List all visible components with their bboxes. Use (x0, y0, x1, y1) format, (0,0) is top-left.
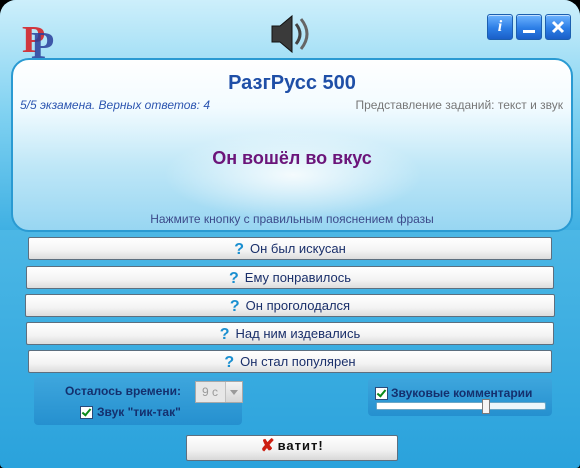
quit-button[interactable]: ✘ ватит! (186, 435, 398, 461)
presentation-mode: Представление заданий: текст и звук (355, 98, 563, 112)
volume-slider[interactable] (376, 399, 546, 414)
time-select[interactable]: 9 с (195, 381, 243, 403)
answer-label: Над ним издевались (235, 326, 361, 341)
volume-fill (377, 403, 485, 409)
sound-comments-label: Звуковые комментарии (391, 386, 533, 400)
answer-button[interactable]: ? Он был искусан (28, 237, 552, 260)
answer-button[interactable]: ? Он проголодался (25, 294, 555, 317)
answer-label: Он проголодался (245, 298, 351, 313)
answer-button[interactable]: ? Он стал популярен (28, 350, 552, 373)
minimize-icon (523, 30, 535, 33)
question-mark-icon: ? (229, 270, 239, 287)
close-icon (551, 20, 565, 34)
answer-button[interactable]: ? Ему понравилось (26, 266, 554, 289)
time-select-value: 9 с (202, 385, 219, 399)
minimize-button[interactable] (516, 14, 542, 40)
question-mark-icon: ? (234, 241, 245, 258)
quit-label: ватит! (277, 438, 324, 453)
answer-label: Он стал популярен (240, 354, 356, 369)
question-mark-icon: ? (224, 354, 235, 371)
speaker-icon[interactable] (268, 10, 314, 62)
answer-button[interactable]: ? Над ним издевались (26, 322, 554, 345)
question-mark-icon: ? (229, 298, 240, 315)
answer-label: Он был искусан (250, 241, 346, 256)
task-instruction: Нажмите кнопку с правильным пояснением ф… (150, 212, 434, 226)
tick-sound-checkbox[interactable] (80, 406, 93, 419)
exam-progress: 5/5 экзамена. Верных ответов: 4 (20, 98, 211, 112)
volume-thumb[interactable] (481, 399, 490, 414)
chevron-down-icon (225, 382, 242, 402)
app-window: Р Р i РазгРусс 500 5/5 экзамена. Верных … (0, 0, 580, 468)
task-phrase: Он вошёл во вкус (212, 148, 372, 168)
red-x-icon: ✘ (260, 436, 276, 455)
sound-comments-checkbox[interactable] (375, 387, 388, 400)
info-button[interactable]: i (487, 14, 513, 40)
close-button[interactable] (545, 14, 571, 40)
time-left-label: Осталось времени: (65, 384, 181, 398)
tick-sound-label: Звук "тик-так" (97, 405, 181, 419)
answer-label: Ему понравилось (244, 270, 351, 285)
question-mark-icon: ? (219, 326, 230, 343)
task-panel: РазгРусс 500 5/5 экзамена. Верных ответо… (11, 58, 573, 232)
app-title: РазгРусс 500 (228, 72, 356, 94)
